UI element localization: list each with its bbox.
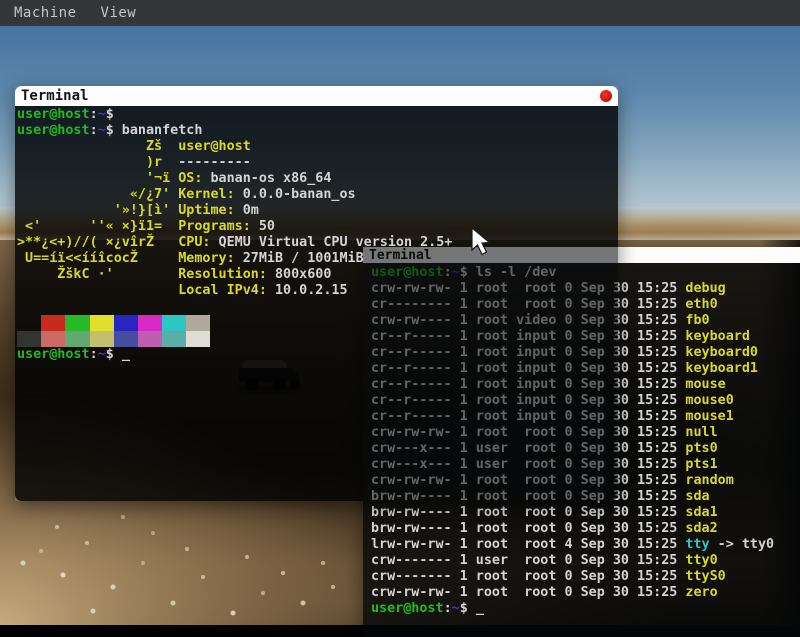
ansi-color-swatch [41,315,65,331]
vm-menu-bar: Machine View [0,0,800,26]
terminal-line: '¬ï OS: banan-os x86_64 [17,171,618,187]
ansi-color-swatch [90,331,114,347]
terminal-line: crw------- 1 user root 0 Sep 30 15:25 tt… [371,553,800,569]
terminal-line: >**¿<+)//( ×¿vîrŽ CPU: QEMU Virtual CPU … [17,235,618,251]
ansi-color-swatch [65,331,89,347]
ansi-color-swatch [162,315,186,331]
terminal-line: <' ''« ×}ï1= Programs: 50 [17,219,618,235]
menu-view[interactable]: View [101,5,137,21]
terminal-line: user@host:~$ bananfetch [17,123,618,139]
ansi-color-swatch [186,315,210,331]
terminal-line: )r --------- [17,155,618,171]
terminal-line: '»!}[ì' Uptime: 0m [17,203,618,219]
ansi-color-swatch [138,315,162,331]
terminal-line: Zš user@host [17,139,618,155]
terminal-line: user@host:~$ _ [371,601,800,617]
terminal-line [17,315,618,331]
ansi-color-swatch [186,331,210,347]
terminal-line: Local IPv4: 10.0.2.15 [17,283,618,299]
wallpaper-rocks [0,26,2,28]
terminal1-titlebar[interactable]: Terminal [15,86,618,106]
terminal-line: U==íï<<ííîcocŽ Memory: 27MiB / 1001MiB [17,251,618,267]
terminal-line: crw------- 1 root root 0 Sep 30 15:25 tt… [371,569,800,585]
ansi-color-swatch [65,315,89,331]
terminal-line: user@host:~$ [17,107,618,123]
close-button-icon[interactable] [600,90,612,102]
terminal-window-focused[interactable]: Terminal user@host:~$user@host:~$ bananf… [15,86,618,501]
terminal-line: brw-rw---- 1 root root 0 Sep 30 15:25 sd… [371,505,800,521]
ansi-color-swatch [17,331,41,347]
ansi-color-swatch [41,331,65,347]
terminal-line: brw-rw---- 1 root root 0 Sep 30 15:25 sd… [371,521,800,537]
ansi-color-swatch [162,331,186,347]
terminal1-title: Terminal [21,88,88,104]
terminal-line: crw-rw-rw- 1 root root 0 Sep 30 15:25 ze… [371,585,800,601]
ansi-color-swatch [17,315,41,331]
ansi-color-swatch [138,331,162,347]
terminal-line [17,299,618,315]
terminal-line [17,331,618,347]
terminal-line: ŽškC ·' Resolution: 800x600 [17,267,618,283]
ansi-color-swatch [90,315,114,331]
ansi-color-swatch [114,331,138,347]
menu-machine[interactable]: Machine [14,5,77,21]
terminal-line: «/¿7' Kernel: 0.0.0-banan_os [17,187,618,203]
terminal1-content[interactable]: user@host:~$user@host:~$ bananfetch Zš u… [15,106,618,501]
terminal-line: user@host:~$ _ [17,347,618,363]
ansi-color-swatch [114,315,138,331]
terminal-line: lrw-rw-rw- 1 root root 4 Sep 30 15:25 tt… [371,537,800,553]
